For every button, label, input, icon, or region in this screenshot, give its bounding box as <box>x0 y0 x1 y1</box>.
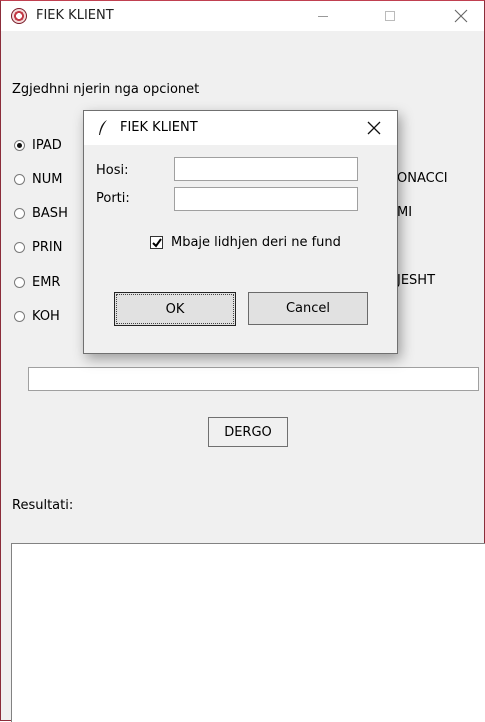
request-input[interactable] <box>28 367 479 391</box>
radio-option-emr[interactable]: EMR <box>14 273 60 291</box>
radio-button[interactable] <box>14 207 25 219</box>
close-icon <box>367 121 381 135</box>
dialog-title-bar: FIEK KLIENT <box>84 111 397 145</box>
feather-icon <box>99 120 107 135</box>
radio-label: NUM <box>32 171 63 187</box>
title-bar: FIEK KLIENT <box>1 1 484 31</box>
radio-option-prin[interactable]: PRIN <box>14 238 62 256</box>
radio-label-partial: JESHT <box>397 273 436 288</box>
connection-dialog: FIEK KLIENT Hosi: Porti: Mbaje lidhjen d… <box>83 110 398 354</box>
result-label: Resultati: <box>12 498 74 513</box>
radio-label: KOH <box>32 308 60 324</box>
options-prompt: Zgjedhni njerin nga opcionet <box>12 82 200 97</box>
cancel-button-label: Cancel <box>285 301 331 316</box>
dialog-close-button[interactable] <box>359 115 389 141</box>
keep-connection-option[interactable]: Mbaje lidhjen deri ne fund <box>150 235 341 250</box>
result-text-area[interactable] <box>11 543 485 722</box>
minimize-button[interactable] <box>300 1 346 31</box>
radio-option-koh[interactable]: KOH <box>14 307 60 325</box>
radio-button[interactable] <box>14 241 25 253</box>
radio-label: IPAD <box>32 137 62 153</box>
radio-label: PRIN <box>32 239 63 255</box>
host-input[interactable] <box>174 157 358 181</box>
port-input[interactable] <box>174 187 358 211</box>
dialog-title: FIEK KLIENT <box>120 120 198 135</box>
radio-option-bash[interactable]: BASH <box>14 204 68 222</box>
minimize-icon <box>318 15 328 17</box>
radio-button[interactable] <box>14 139 25 151</box>
window-title: FIEK KLIENT <box>36 8 114 23</box>
maximize-button[interactable] <box>367 1 413 31</box>
ok-button-label: OK <box>165 301 185 317</box>
cancel-button[interactable]: Cancel <box>248 292 368 325</box>
checkmark-icon <box>151 237 162 248</box>
close-button[interactable] <box>438 1 484 31</box>
send-button[interactable]: DERGO <box>208 417 288 447</box>
radio-button[interactable] <box>14 276 25 288</box>
radio-label-fibonacci-partial: ONACCI <box>397 171 448 186</box>
radio-button[interactable] <box>14 173 25 185</box>
radio-label-partial: MI <box>397 205 413 220</box>
radio-option-ipad[interactable]: IPAD <box>14 136 62 154</box>
maximize-icon <box>385 11 395 21</box>
port-label: Porti: <box>96 191 130 206</box>
radio-option-num[interactable]: NUM <box>14 170 62 188</box>
main-window: FIEK KLIENT Zgjedhni njerin nga opcionet… <box>0 0 485 722</box>
keep-connection-label: Mbaje lidhjen deri ne fund <box>171 235 341 250</box>
host-label: Hosi: <box>96 163 129 178</box>
ok-button[interactable]: OK <box>114 292 236 326</box>
app-icon <box>11 8 27 24</box>
keep-connection-checkbox[interactable] <box>150 236 163 249</box>
radio-button[interactable] <box>14 310 25 322</box>
close-icon <box>454 9 468 23</box>
radio-label: BASH <box>32 205 68 221</box>
radio-label: EMR <box>32 274 61 290</box>
